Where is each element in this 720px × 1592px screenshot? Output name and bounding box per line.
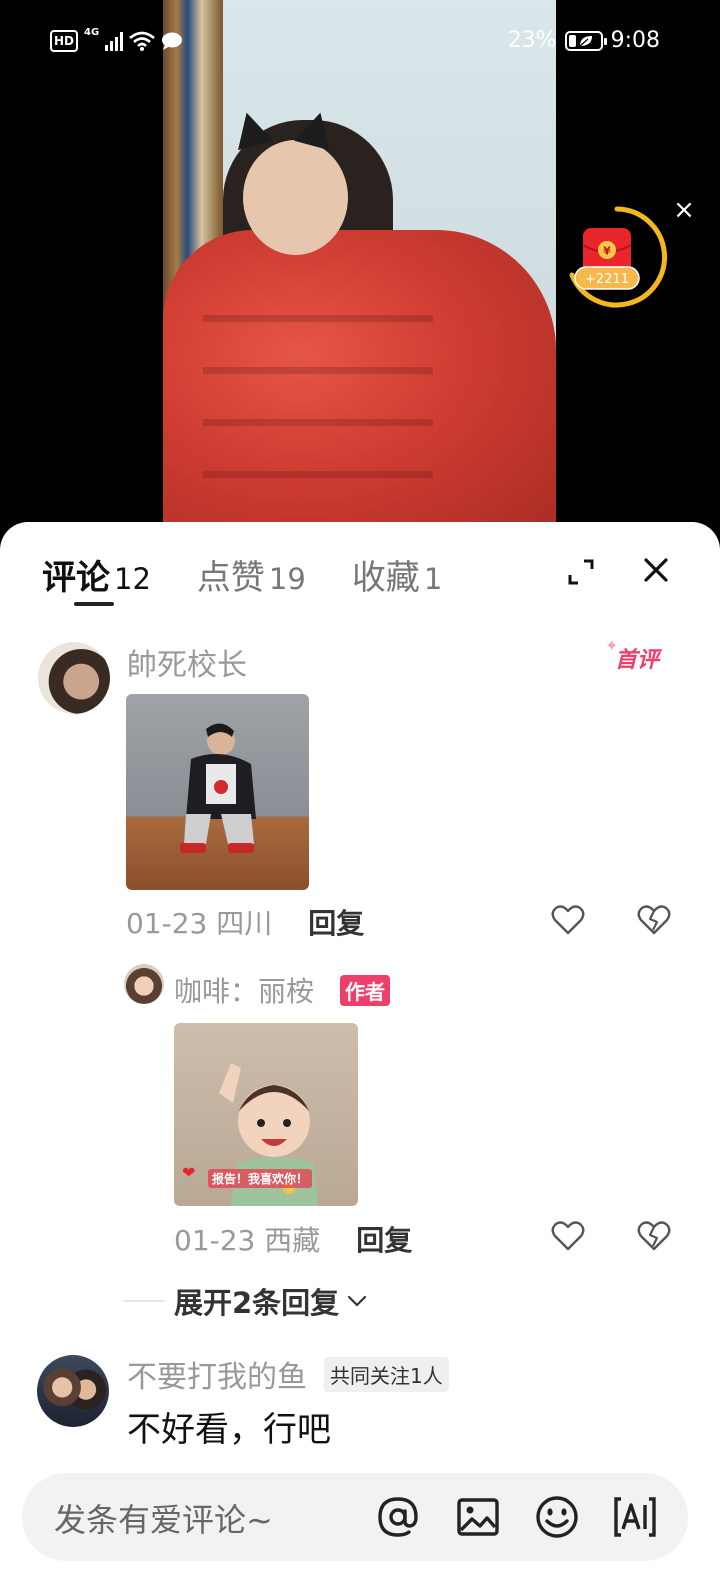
clock-time: 9:08 [610,28,660,53]
tab-favorites-label: 收藏 [351,558,420,598]
tab-likes-label: 点赞 [196,558,265,598]
status-right: 23% 9:08 [508,28,660,53]
comment-input-bar[interactable]: 发条有爱评论~ [22,1473,688,1561]
red-packet-symbol: ¥ [603,245,611,258]
reply-button[interactable]: 回复 [356,1219,412,1259]
comment-text: 不好看，行吧 [127,1410,331,1450]
tab-favorites[interactable]: 收藏 1 [352,550,442,599]
tab-comments[interactable]: 评论 12 [42,550,151,599]
ai-assist-icon[interactable] [611,1493,659,1541]
close-icon[interactable] [640,554,672,586]
comments-sheet: 评论 12 点赞 19 收藏 1 帥死校长 首评 [0,522,720,1592]
expand-icon[interactable] [565,556,597,588]
comment-date-location: 01-23 四川 [126,907,273,940]
dislike-broken-heart-icon[interactable] [637,1220,671,1252]
red-packet-amount: +2211 [585,272,629,287]
message-bubble-icon [162,32,183,50]
status-bar: HD 4G 23% 9:08 [0,0,720,86]
sticker-caption: 报告！我喜欢你！ [208,1169,313,1188]
reply-meta: 01-23 西藏 回复 [174,1219,412,1259]
image-picker-icon[interactable] [454,1493,502,1541]
comment-username[interactable]: 帥死校长 [127,640,247,684]
comment-input-placeholder[interactable]: 发条有爱评论~ [54,1495,273,1541]
heart-icon: ❤ [182,1163,196,1182]
mutual-follow-tag: 共同关注1人 [324,1357,449,1392]
tab-comments-label: 评论 [42,558,110,598]
reply-sticker-image[interactable]: ❤ 报告！我喜欢你！ [174,1023,358,1206]
first-comment-badge: 首评 [605,636,659,674]
tab-comments-count: 12 [114,562,151,596]
video-person-face [243,140,348,255]
tab-favorites-count: 1 [423,562,443,596]
tab-likes-count: 19 [268,562,306,596]
battery-percent: 23% [507,28,557,53]
comment-username[interactable]: 不要打我的鱼 [127,1352,307,1396]
active-tab-indicator [74,602,114,606]
video-person-jacket [163,230,556,540]
reply-username[interactable]: 咖啡：丽桉 [174,970,314,1010]
chevron-down-icon [348,1295,367,1307]
signal-icon [105,31,124,51]
like-heart-icon[interactable] [551,1220,585,1252]
red-packet-widget[interactable]: ¥ +2211 [566,205,668,310]
avatar[interactable] [38,642,110,714]
author-tag: 作者 [340,975,390,1006]
tab-likes[interactable]: 点赞 19 [197,550,306,599]
reply-avatar[interactable] [124,964,164,1004]
red-packet-close-button[interactable]: × [672,197,696,223]
expand-divider-line [124,1300,164,1302]
like-heart-icon[interactable] [551,904,585,936]
status-left: HD 4G [50,27,183,52]
reply-button[interactable]: 回复 [308,902,364,942]
comment-image[interactable] [126,694,309,890]
battery-icon [564,30,607,51]
comment-meta: 01-23 四川 回复 [126,902,364,942]
reply-date-location: 01-23 西藏 [174,1224,321,1257]
network-type: 4G [84,27,100,38]
expand-replies-label: 展开2条回复 [174,1286,340,1320]
mention-at-icon[interactable] [374,1493,422,1541]
expand-replies-button[interactable]: 展开2条回复 [124,1280,367,1322]
comment-image-person [180,723,256,853]
avatar[interactable] [37,1355,109,1427]
dislike-broken-heart-icon[interactable] [637,904,671,936]
emoji-icon[interactable] [533,1493,581,1541]
wifi-icon [129,31,156,51]
video-player[interactable]: HD 4G 23% 9:08 ¥ +2211 × [0,0,720,540]
hd-indicator: HD [50,30,79,52]
tab-bar: 评论 12 点赞 19 收藏 1 [42,550,488,599]
